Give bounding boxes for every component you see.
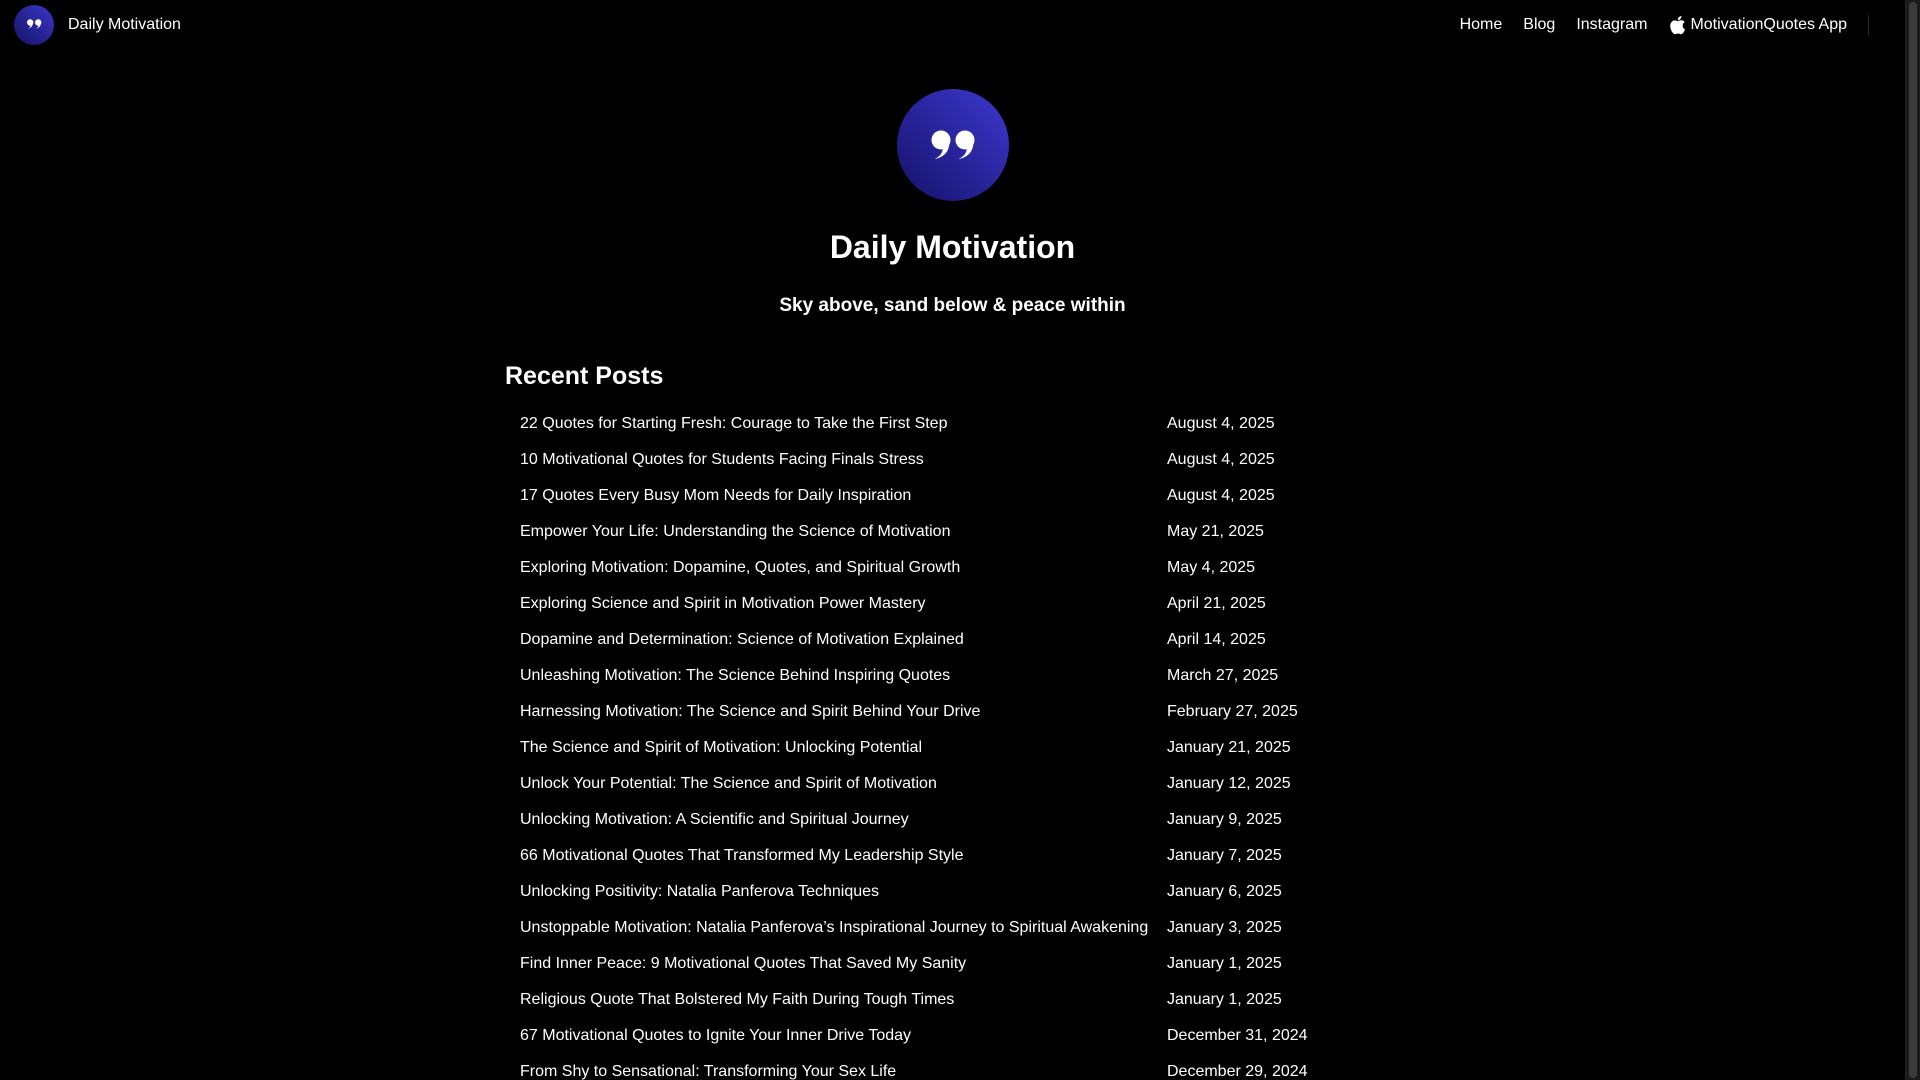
nav-app-label: MotivationQuotes App <box>1690 16 1847 33</box>
vertical-scrollbar[interactable] <box>1905 0 1920 1080</box>
post-title-link[interactable]: 10 Motivational Quotes for Students Faci… <box>520 451 1167 469</box>
post-title-link[interactable]: Find Inner Peace: 9 Motivational Quotes … <box>520 955 1167 973</box>
quote-logo-icon <box>14 5 54 45</box>
post-title-link[interactable]: Unlocking Motivation: A Scientific and S… <box>520 811 1167 829</box>
post-title-link[interactable]: The Science and Spirit of Motivation: Un… <box>520 739 1167 757</box>
post-date: January 12, 2025 <box>1167 775 1291 792</box>
list-item: 10 Motivational Quotes for Students Faci… <box>520 442 1340 478</box>
nav-divider <box>1868 15 1869 35</box>
post-date: December 31, 2024 <box>1167 1027 1308 1044</box>
post-title-link[interactable]: Religious Quote That Bolstered My Faith … <box>520 991 1167 1009</box>
brand-name: Daily Motivation <box>68 16 181 33</box>
list-item: 17 Quotes Every Busy Mom Needs for Daily… <box>520 478 1340 514</box>
post-title-link[interactable]: 67 Motivational Quotes to Ignite Your In… <box>520 1027 1167 1045</box>
post-title-link[interactable]: 66 Motivational Quotes That Transformed … <box>520 847 1167 865</box>
list-item: Exploring Motivation: Dopamine, Quotes, … <box>520 550 1340 586</box>
list-item: The Science and Spirit of Motivation: Un… <box>520 730 1340 766</box>
post-date: January 3, 2025 <box>1167 919 1282 936</box>
post-date: January 6, 2025 <box>1167 883 1282 900</box>
list-item: Unlocking Motivation: A Scientific and S… <box>520 802 1340 838</box>
list-item: Harnessing Motivation: The Science and S… <box>520 694 1340 730</box>
list-item: Religious Quote That Bolstered My Faith … <box>520 982 1340 1018</box>
nav-app[interactable]: MotivationQuotes App <box>1668 15 1847 35</box>
scrollbar-thumb[interactable] <box>1909 2 1917 1078</box>
post-date: May 4, 2025 <box>1167 559 1256 576</box>
list-item: Find Inner Peace: 9 Motivational Quotes … <box>520 946 1340 982</box>
top-bar: Daily Motivation Home Blog Instagram Mot… <box>0 0 1905 50</box>
post-date: January 7, 2025 <box>1167 847 1282 864</box>
post-date: January 21, 2025 <box>1167 739 1291 756</box>
quote-icon <box>897 89 1009 201</box>
post-title-link[interactable]: Unlocking Positivity: Natalia Panferova … <box>520 883 1167 901</box>
nav-instagram[interactable]: Instagram <box>1576 16 1647 34</box>
recent-posts-heading: Recent Posts <box>505 362 664 390</box>
list-item: Exploring Science and Spirit in Motivati… <box>520 586 1340 622</box>
apple-icon <box>1670 16 1686 35</box>
list-item: Empower Your Life: Understanding the Sci… <box>520 514 1340 550</box>
post-title-link[interactable]: Exploring Motivation: Dopamine, Quotes, … <box>520 559 1167 577</box>
post-title-link[interactable]: Exploring Science and Spirit in Motivati… <box>520 595 1167 613</box>
recent-posts-list: 22 Quotes for Starting Fresh: Courage to… <box>520 406 1340 1080</box>
brand-link[interactable]: Daily Motivation <box>14 5 181 45</box>
list-item: Unlocking Positivity: Natalia Panferova … <box>520 874 1340 910</box>
post-title-link[interactable]: Dopamine and Determination: Science of M… <box>520 631 1167 649</box>
post-title-link[interactable]: Harnessing Motivation: The Science and S… <box>520 703 1167 721</box>
list-item: Dopamine and Determination: Science of M… <box>520 622 1340 658</box>
site-tagline: Sky above, sand below & peace within <box>779 295 1126 316</box>
post-title-link[interactable]: Unleashing Motivation: The Science Behin… <box>520 667 1167 685</box>
post-title-link[interactable]: From Shy to Sensational: Transforming Yo… <box>520 1063 1167 1080</box>
list-item: 22 Quotes for Starting Fresh: Courage to… <box>520 406 1340 442</box>
post-date: April 21, 2025 <box>1167 595 1266 612</box>
list-item: Unlock Your Potential: The Science and S… <box>520 766 1340 802</box>
post-title-link[interactable]: Empower Your Life: Understanding the Sci… <box>520 523 1167 541</box>
post-title-link[interactable]: Unlock Your Potential: The Science and S… <box>520 775 1167 793</box>
post-date: December 29, 2024 <box>1167 1063 1308 1080</box>
post-title-link[interactable]: Unstoppable Motivation: Natalia Panferov… <box>520 919 1167 937</box>
list-item: From Shy to Sensational: Transforming Yo… <box>520 1054 1340 1080</box>
nav-home[interactable]: Home <box>1460 16 1503 34</box>
list-item: Unleashing Motivation: The Science Behin… <box>520 658 1340 694</box>
post-date: August 4, 2025 <box>1167 451 1275 468</box>
post-date: February 27, 2025 <box>1167 703 1298 720</box>
page: Daily Motivation Home Blog Instagram Mot… <box>0 0 1920 1080</box>
site-title: Daily Motivation <box>829 229 1076 265</box>
main-nav: Home Blog Instagram MotivationQuotes App <box>1460 15 1847 35</box>
post-date: August 4, 2025 <box>1167 487 1275 504</box>
post-title-link[interactable]: 17 Quotes Every Busy Mom Needs for Daily… <box>520 487 1167 505</box>
post-date: March 27, 2025 <box>1167 667 1279 684</box>
list-item: 67 Motivational Quotes to Ignite Your In… <box>520 1018 1340 1054</box>
post-date: January 9, 2025 <box>1167 811 1282 828</box>
nav-blog[interactable]: Blog <box>1523 16 1555 34</box>
list-item: 66 Motivational Quotes That Transformed … <box>520 838 1340 874</box>
post-date: January 1, 2025 <box>1167 955 1282 972</box>
post-date: April 14, 2025 <box>1167 631 1266 648</box>
post-title-link[interactable]: 22 Quotes for Starting Fresh: Courage to… <box>520 415 1167 433</box>
post-date: January 1, 2025 <box>1167 991 1282 1008</box>
post-date: May 21, 2025 <box>1167 523 1264 540</box>
post-date: August 4, 2025 <box>1167 415 1275 432</box>
list-item: Unstoppable Motivation: Natalia Panferov… <box>520 910 1340 946</box>
